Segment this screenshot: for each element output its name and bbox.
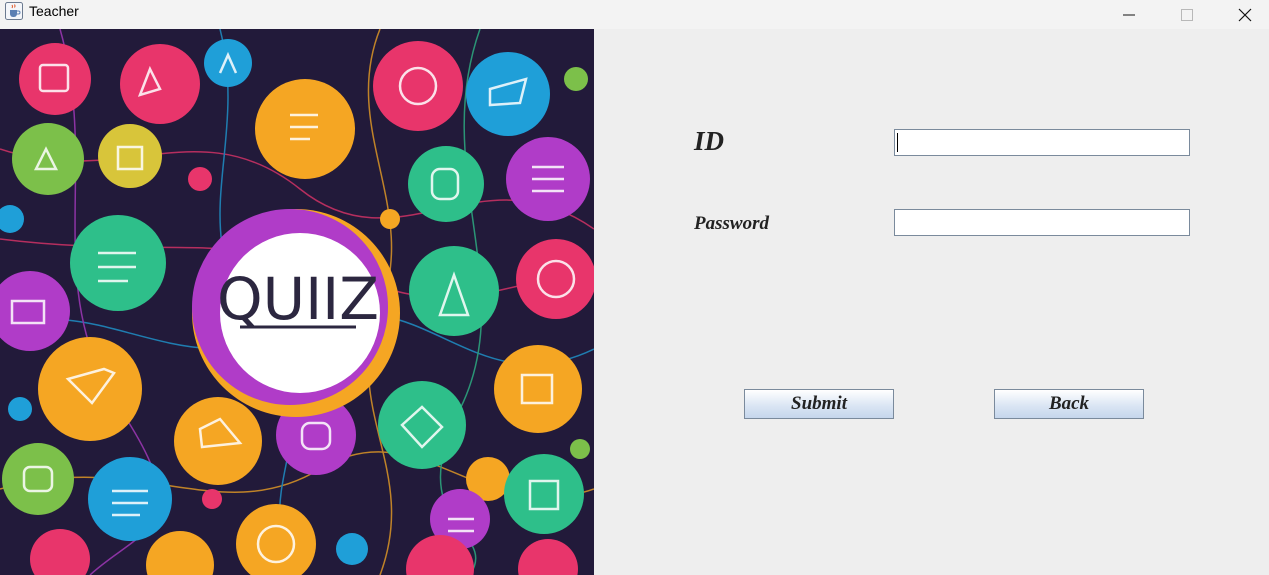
text-caret [897,133,898,152]
quiz-illustration: QUIIZ [0,29,594,575]
submit-button[interactable]: Submit [744,389,894,419]
maximize-icon [1181,8,1193,21]
back-button[interactable]: Back [994,389,1144,419]
quiz-logo-text: QUIIZ [217,265,379,333]
close-icon [1238,8,1252,21]
window-title: Teacher [29,3,79,19]
minimize-icon [1123,14,1135,15]
title-bar: Teacher [0,0,1269,29]
login-form: ID Password Submit Back [594,29,1269,575]
maximize-button[interactable] [1164,0,1210,29]
id-label: ID [694,126,725,156]
close-button[interactable] [1222,0,1268,29]
id-field[interactable] [894,129,1190,156]
password-label: Password [694,213,769,234]
minimize-button[interactable] [1106,0,1152,29]
java-coffee-cup-icon [5,2,23,20]
password-field[interactable] [894,209,1190,236]
